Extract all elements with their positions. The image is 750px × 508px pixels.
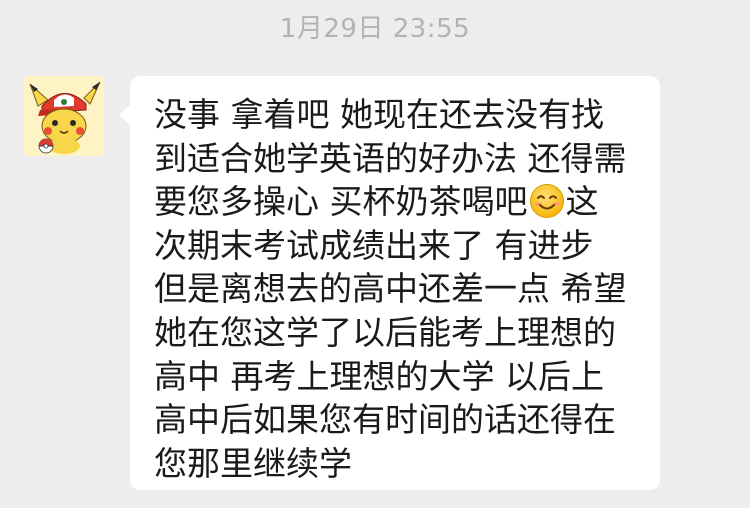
bubble-tail bbox=[119, 104, 131, 126]
message-line-5: 但是离想去的高中还差一点 希望 bbox=[154, 269, 627, 309]
message-line-3: 要您多操心 买杯奶茶喝吧 这 bbox=[154, 180, 660, 224]
pikachu-avatar-icon[interactable] bbox=[24, 76, 104, 156]
message-line-7: 高中 再考上理想的大学 以后上 bbox=[154, 356, 604, 396]
message-line-8: 高中后如果您有时间的话还得在 bbox=[154, 400, 616, 440]
message-line-6: 她在您这学了以后能考上理想的 bbox=[154, 312, 616, 352]
message-line-9: 您那里继续学 bbox=[154, 443, 352, 483]
message-line-3-text: 要您多操心 买杯奶茶喝吧 bbox=[154, 182, 528, 222]
message-bubble[interactable]: 没事 拿着吧 她现在还去没有找 到适合她学英语的好办法 还得需 要您多操心 买杯… bbox=[119, 76, 660, 490]
message-line-4: 次期末考试成绩出来了 有进步 bbox=[154, 225, 594, 265]
message-line-3-tail: 这 bbox=[565, 182, 599, 222]
message-text: 没事 拿着吧 她现在还去没有找 到适合她学英语的好办法 还得需 要您多操心 买杯… bbox=[154, 93, 660, 485]
message-line-2: 到适合她学英语的好办法 还得需 bbox=[154, 138, 627, 178]
message-timestamp: 1月29日 23:55 bbox=[279, 14, 471, 44]
message-line-1: 没事 拿着吧 她现在还去没有找 bbox=[154, 95, 604, 134]
smiling-face-emoji-icon bbox=[529, 183, 565, 219]
